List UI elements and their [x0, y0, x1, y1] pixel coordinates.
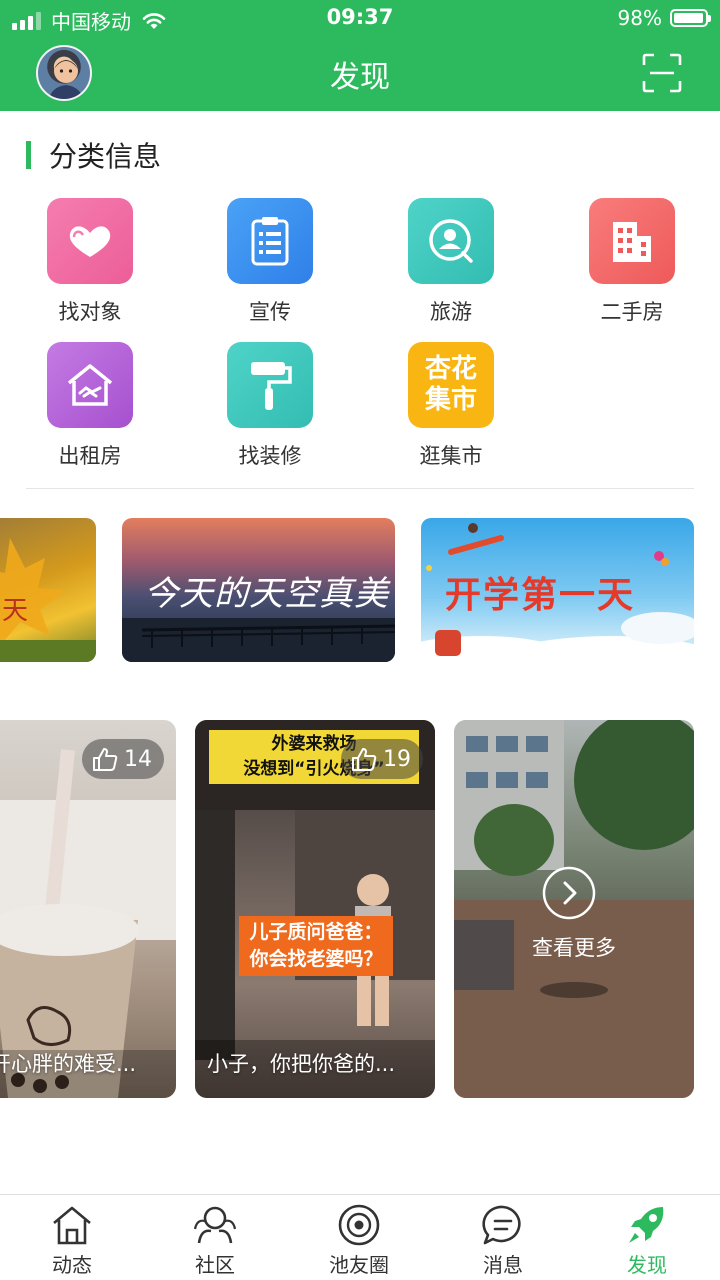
- video-card-son-question[interactable]: 外婆来救场 没想到“引火烧身” 儿子质问爸爸： 你会找老婆吗？ 19 小子，你把…: [195, 720, 435, 1098]
- paint-roller-icon: [251, 362, 292, 410]
- banner-beautiful-sky[interactable]: 今天的天空真美: [122, 518, 395, 662]
- banner-text: 天: [2, 596, 29, 626]
- rocket-icon: [629, 1207, 664, 1243]
- message-icon: [482, 1205, 521, 1245]
- section-accent-bar: [26, 141, 31, 169]
- tab-dynamic[interactable]: 动态: [17, 1203, 127, 1278]
- tab-discover[interactable]: 发现: [592, 1203, 702, 1278]
- bottom-tab-bar: 动态 社区 池友圈 消息 发现: [0, 1194, 720, 1280]
- section-divider: [26, 488, 694, 489]
- tab-pool-friends[interactable]: 池友圈: [304, 1203, 414, 1278]
- category-label: 逛集市: [419, 444, 483, 468]
- video-caption: 小子，你把你爸的...: [207, 1052, 396, 1076]
- category-renovation[interactable]: 找装修: [210, 342, 330, 470]
- category-label: 二手房: [600, 300, 664, 324]
- hearts-icon: [69, 226, 111, 257]
- banner-text: 今天的天空真美: [144, 574, 389, 614]
- like-count: 19: [383, 746, 411, 772]
- category-label: 出租房: [58, 444, 122, 468]
- status-time: 09:37: [326, 5, 394, 29]
- thumb-up-icon: [352, 748, 377, 771]
- like-badge[interactable]: 19: [341, 739, 423, 779]
- banner-autumn[interactable]: 天: [0, 518, 96, 662]
- person-search-icon: [429, 219, 473, 263]
- community-icon: [193, 1206, 237, 1244]
- like-badge[interactable]: 14: [82, 739, 164, 779]
- tab-messages[interactable]: 消息: [448, 1203, 558, 1278]
- category-find-partner[interactable]: 找对象: [30, 198, 150, 326]
- market-badge-icon: 杏花 集市: [408, 342, 494, 428]
- view-more-label: 查看更多: [532, 936, 616, 960]
- category-travel[interactable]: 旅游: [391, 198, 511, 326]
- chevron-right-circle-icon: [542, 866, 596, 920]
- home-icon: [53, 1206, 91, 1245]
- battery-icon: [670, 9, 711, 27]
- view-more-card[interactable]: 查看更多: [454, 720, 694, 1098]
- page-title: 发现: [330, 60, 390, 95]
- category-label: 旅游: [430, 300, 472, 324]
- tab-community[interactable]: 社区: [160, 1203, 270, 1278]
- video-card-milk-tea[interactable]: 14 开心胖的难受...: [0, 720, 176, 1098]
- like-count: 14: [124, 746, 152, 772]
- clipboard-icon: [251, 217, 289, 266]
- discover-screen: 中国移动 09:37 98% 发现 分类信息 找对象 宣传 旅游 二手房 出租房…: [0, 0, 720, 1280]
- tab-label: 动态: [52, 1253, 92, 1277]
- tab-label: 消息: [483, 1253, 523, 1277]
- section-title: 分类信息: [49, 140, 162, 173]
- status-bar: 中国移动 09:37 98%: [0, 0, 720, 38]
- category-promotion[interactable]: 宣传: [210, 198, 330, 326]
- category-label: 宣传: [249, 300, 291, 324]
- battery-percent: 98%: [617, 6, 662, 30]
- category-market[interactable]: 杏花 集市 逛集市: [391, 342, 511, 470]
- top-bar: 中国移动 09:37 98% 发现: [0, 0, 720, 111]
- banner-text: 开学第一天: [445, 574, 636, 616]
- tab-label: 池友圈: [329, 1253, 389, 1277]
- thumb-up-icon: [93, 748, 118, 771]
- category-section-header: 分类信息: [26, 138, 162, 173]
- scan-icon[interactable]: [642, 53, 682, 93]
- banner-first-school-day[interactable]: 开学第一天: [421, 518, 694, 662]
- category-rental[interactable]: 出租房: [30, 342, 150, 470]
- category-label: 找装修: [238, 444, 302, 468]
- video-overlay-question: 儿子质问爸爸： 你会找老婆吗？: [239, 916, 393, 976]
- category-label: 找对象: [58, 300, 122, 324]
- circle-feed-icon: [338, 1204, 380, 1246]
- tab-label: 发现: [627, 1253, 667, 1277]
- category-second-hand-house[interactable]: 二手房: [572, 198, 692, 326]
- house-handshake-icon: [67, 364, 113, 406]
- video-caption: 开心胖的难受...: [0, 1052, 137, 1076]
- tab-label: 社区: [195, 1253, 235, 1277]
- building-icon: [613, 222, 651, 262]
